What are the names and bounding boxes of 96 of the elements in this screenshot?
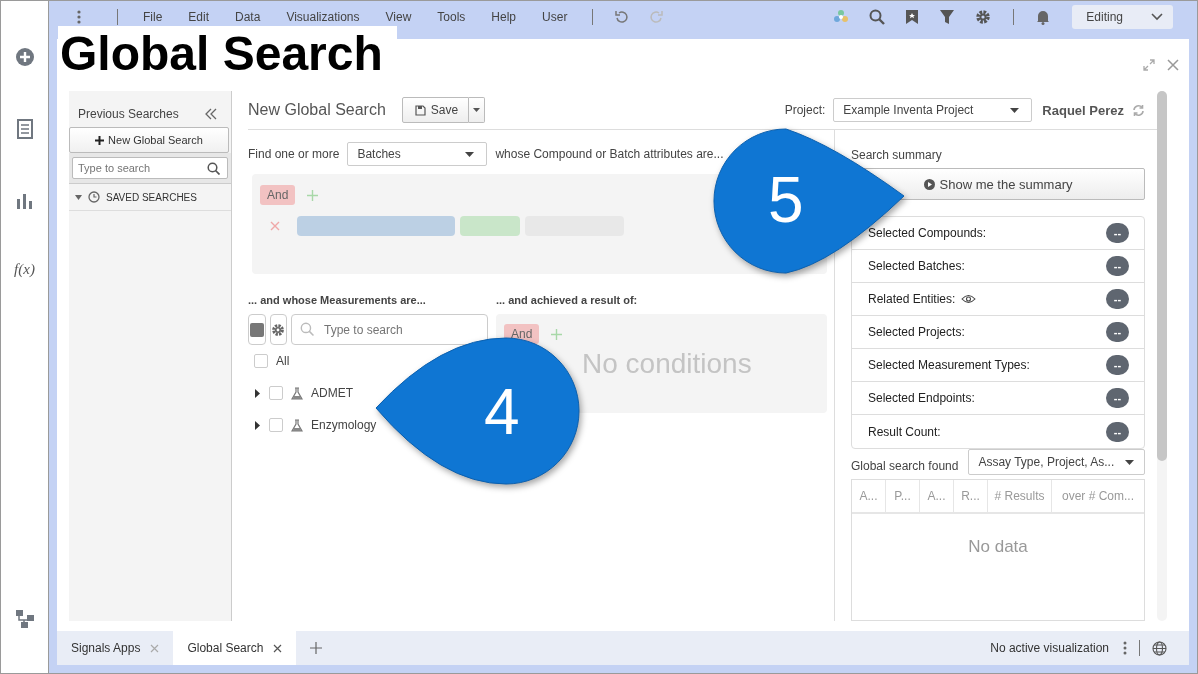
menu-item[interactable]: View bbox=[385, 10, 412, 24]
caret-icon bbox=[1125, 459, 1134, 465]
bar-chart-icon[interactable] bbox=[15, 191, 34, 209]
plus-icon bbox=[95, 135, 105, 145]
settings-icon[interactable] bbox=[975, 9, 992, 25]
summary-label: Related Entities: bbox=[868, 292, 956, 306]
checkbox[interactable] bbox=[254, 354, 268, 368]
sidebar-title: Previous Searches bbox=[78, 107, 179, 121]
tab[interactable]: Global Search bbox=[173, 631, 297, 665]
floppy-icon bbox=[414, 104, 426, 116]
caret-icon[interactable] bbox=[254, 420, 261, 430]
search-icon[interactable] bbox=[869, 9, 886, 25]
placeholder-bar bbox=[460, 216, 520, 236]
save-button[interactable]: Save bbox=[401, 97, 470, 123]
flask-icon bbox=[291, 418, 303, 432]
grouping-dropdown[interactable]: Assay Type, Project, As... bbox=[968, 449, 1145, 475]
found-label: Global search found bbox=[851, 459, 959, 473]
menu-item[interactable]: Tools bbox=[437, 10, 466, 24]
more-icon[interactable] bbox=[1123, 641, 1127, 655]
caret-icon bbox=[473, 108, 481, 112]
checkbox[interactable] bbox=[269, 386, 283, 400]
search-title: New Global Search bbox=[248, 101, 386, 119]
count-badge: -- bbox=[1106, 322, 1129, 342]
new-search-button[interactable]: New Global Search bbox=[69, 127, 229, 153]
collapse-icon[interactable] bbox=[205, 108, 217, 120]
tree-item[interactable]: Enzymology bbox=[311, 418, 377, 432]
count-badge: -- bbox=[1106, 388, 1129, 408]
user-name: Raquel Perez bbox=[1042, 102, 1124, 118]
measurements-label: ... and whose Measurements are... bbox=[248, 294, 427, 308]
checkbox-label: All bbox=[276, 354, 290, 368]
save-menu-button[interactable] bbox=[469, 97, 486, 123]
search-field[interactable]: Type to search bbox=[291, 314, 488, 345]
project-label: Project: bbox=[784, 103, 826, 117]
summary-title: Search summary bbox=[851, 148, 943, 164]
menu-item[interactable]: Visualizations bbox=[286, 10, 360, 24]
flower-icon[interactable] bbox=[833, 9, 850, 25]
add-icon[interactable] bbox=[14, 47, 35, 67]
select-button[interactable] bbox=[248, 314, 266, 345]
tab[interactable]: Signals Apps bbox=[57, 631, 174, 665]
formula-icon[interactable]: f(x) bbox=[14, 261, 35, 278]
summary-label: Selected Compounds: bbox=[868, 226, 987, 240]
bookmark-icon[interactable] bbox=[905, 9, 920, 25]
close-icon[interactable] bbox=[273, 643, 283, 653]
result-label: ... and achieved a result of: bbox=[496, 294, 639, 308]
caret-icon bbox=[465, 151, 475, 157]
search-field[interactable]: Type to search bbox=[72, 157, 228, 179]
square-icon bbox=[249, 322, 264, 337]
bell-icon[interactable] bbox=[1036, 9, 1051, 25]
search-icon bbox=[207, 162, 220, 175]
find-label: Find one or more bbox=[248, 147, 340, 161]
clock-icon bbox=[88, 191, 100, 203]
scrollbar-thumb[interactable] bbox=[1157, 91, 1167, 461]
filter-icon[interactable] bbox=[939, 9, 956, 25]
refresh-icon[interactable] bbox=[1132, 103, 1145, 117]
count-badge: -- bbox=[1106, 256, 1129, 276]
flask-icon bbox=[291, 386, 303, 400]
menu-item[interactable]: Help bbox=[491, 10, 517, 24]
hierarchy-icon[interactable] bbox=[14, 609, 35, 629]
mode-dropdown[interactable]: Editing bbox=[1072, 5, 1173, 29]
globe-icon[interactable] bbox=[1152, 640, 1167, 656]
summary-label: Selected Batches: bbox=[868, 259, 965, 273]
add-tab-icon[interactable] bbox=[310, 642, 323, 654]
settings-icon bbox=[271, 322, 286, 337]
caret-icon[interactable] bbox=[254, 388, 261, 398]
attributes-label: whose Compound or Batch attributes are... bbox=[495, 147, 724, 161]
entity-dropdown[interactable]: Batches bbox=[347, 142, 488, 166]
callout-number: 5 bbox=[768, 165, 804, 235]
play-icon bbox=[923, 178, 935, 190]
more-icon[interactable] bbox=[77, 10, 81, 24]
expand-icon[interactable] bbox=[1143, 59, 1155, 71]
project-dropdown[interactable]: Example Inventa Project bbox=[833, 98, 1033, 122]
tree-item[interactable]: ADMET bbox=[311, 386, 353, 400]
menu-item[interactable]: Edit bbox=[188, 10, 210, 24]
summary-label: Selected Measurement Types: bbox=[868, 358, 1030, 372]
count-badge: -- bbox=[1106, 421, 1129, 442]
chevron-icon bbox=[1151, 13, 1163, 21]
count-badge: -- bbox=[1106, 355, 1129, 375]
undo-icon[interactable] bbox=[615, 10, 630, 24]
summary-label: Selected Projects: bbox=[868, 325, 965, 339]
summary-label: Result Count: bbox=[868, 424, 941, 439]
document-icon[interactable] bbox=[16, 119, 33, 139]
menu-item[interactable]: Data bbox=[235, 10, 261, 24]
status-text: No active visualization bbox=[990, 641, 1109, 655]
tree-item[interactable]: SAVED SEARCHES bbox=[69, 184, 231, 211]
checkbox[interactable] bbox=[269, 418, 283, 432]
caret-icon bbox=[1010, 107, 1020, 113]
count-badge: -- bbox=[1106, 289, 1129, 309]
menu-item[interactable]: File bbox=[143, 10, 163, 24]
callout-number: 4 bbox=[484, 377, 520, 447]
operator-tag[interactable]: And bbox=[260, 185, 296, 205]
count-badge: -- bbox=[1106, 223, 1129, 243]
settings-button[interactable] bbox=[269, 314, 287, 345]
eye-icon[interactable] bbox=[961, 294, 977, 304]
menu-item[interactable]: User bbox=[542, 10, 568, 24]
summary-label: Selected Endpoints: bbox=[868, 391, 975, 405]
empty-message: No data bbox=[968, 537, 1028, 557]
